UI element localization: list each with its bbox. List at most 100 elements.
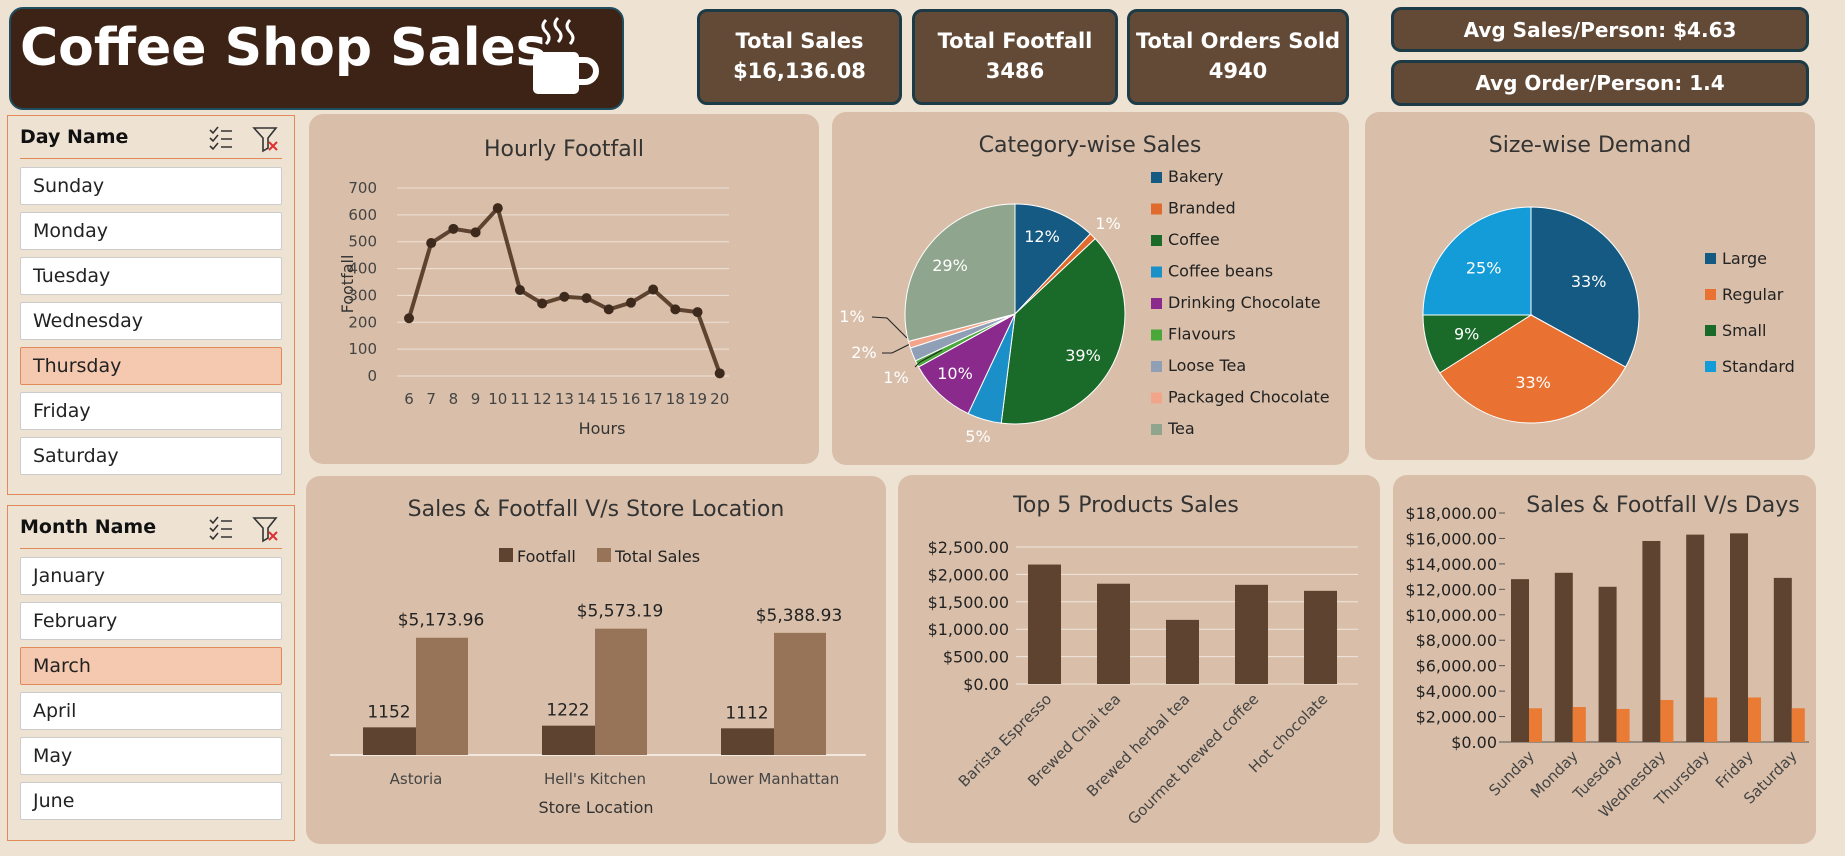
month-slicer-item-may[interactable]: May: [20, 737, 282, 775]
clear-filter-icon[interactable]: [251, 514, 281, 544]
avg-sales-card: Avg Sales/Person: $4.63: [1391, 7, 1809, 52]
chart-title: Sales & Footfall V/s Store Location: [408, 497, 785, 522]
legend-label: Footfall: [517, 547, 576, 566]
slice-label: 33%: [1515, 373, 1551, 392]
bar: [1235, 584, 1268, 684]
legend-label: Coffee: [1168, 230, 1220, 249]
days-chart: Sales & Footfall V/s Days $0.00 $2,000.00 $…: [1405, 493, 1809, 821]
y-tick-label: $6,000.00: [1416, 657, 1497, 676]
data-point: [426, 238, 437, 249]
data-point: [670, 304, 681, 315]
y-axis-label: Footfall: [338, 255, 357, 314]
chart-title: Top 5 Products Sales: [1012, 493, 1239, 518]
x-tick-label: 6: [404, 390, 414, 408]
slice-label: 9%: [1454, 325, 1479, 344]
y-tick-label: 600: [348, 206, 377, 224]
x-tick-label: 20: [710, 390, 729, 408]
y-tick-label: $1,500.00: [928, 593, 1009, 612]
legend-swatch: [1705, 361, 1716, 372]
bar-footfall: [542, 725, 595, 755]
month-slicer-title: Month Name: [20, 516, 157, 538]
day-slicer: Day Name Sunday Monday Tuesday Wednesday Thu…: [7, 115, 295, 495]
month-slicer-item-march[interactable]: March: [20, 647, 282, 685]
legend-label: Small: [1722, 321, 1766, 340]
month-slicer-item-february[interactable]: February: [20, 602, 282, 640]
x-axis-label: Store Location: [538, 798, 653, 817]
month-slicer-item-june[interactable]: June: [20, 782, 282, 820]
data-point: [559, 291, 570, 302]
y-tick-label: $2,000.00: [1416, 708, 1497, 727]
bar-series-2: [1748, 697, 1761, 742]
day-slicer-item-sunday[interactable]: Sunday: [20, 167, 282, 205]
month-slicer-item-january[interactable]: January: [20, 557, 282, 595]
slice-label: 33%: [1571, 272, 1607, 291]
bar-footfall: [721, 728, 774, 755]
data-label: 1222: [546, 701, 589, 721]
day-slicer-item-monday[interactable]: Monday: [20, 212, 282, 250]
day-slicer-item-saturday[interactable]: Saturday: [20, 437, 282, 475]
y-tick-label: $16,000.00: [1405, 529, 1497, 548]
data-point: [625, 297, 636, 308]
total-orders-card: Total Orders Sold 4940: [1127, 9, 1349, 105]
bar-footfall: [363, 727, 416, 755]
bar-series-1: [1598, 586, 1617, 742]
data-point: [492, 203, 503, 214]
days-panel: Sales & Footfall V/s Days $0.00 $2,000.00 $…: [1393, 475, 1816, 844]
y-tick-label: $2,500.00: [928, 538, 1009, 557]
footfall-label: Total Footfall: [937, 29, 1093, 53]
slice-label: 39%: [1065, 346, 1101, 365]
x-tick-label: 13: [555, 390, 574, 408]
legend-swatch: [1151, 361, 1162, 372]
data-point: [537, 298, 548, 309]
bar-series-2: [1529, 708, 1542, 742]
x-tick-label: 17: [644, 390, 663, 408]
bar-series-2: [1704, 697, 1718, 742]
top-products-panel: Top 5 Products Sales $0.00 $500.00 $1,000.0…: [898, 475, 1380, 843]
size-demand-chart: Size-wise Demand 33% 33% 9% 25% Large Regular S…: [1422, 133, 1795, 424]
clear-filter-icon[interactable]: [251, 124, 281, 154]
legend-swatch: [499, 548, 513, 562]
day-slicer-item-friday[interactable]: Friday: [20, 392, 282, 430]
bar-series-1: [1773, 577, 1792, 742]
day-slicer-item-wednesday[interactable]: Wednesday: [20, 302, 282, 340]
x-tick-label: 14: [577, 390, 596, 408]
y-tick-label: $14,000.00: [1405, 555, 1497, 574]
y-tick-label: 500: [348, 233, 377, 251]
month-slicer-item-april[interactable]: April: [20, 692, 282, 730]
bar-series-1: [1686, 534, 1705, 742]
y-tick-label: $12,000.00: [1405, 580, 1497, 599]
y-tick-label: 0: [367, 367, 377, 385]
bar-series-1: [1642, 540, 1661, 742]
legend-label: Flavours: [1168, 325, 1236, 344]
legend-swatch: [1151, 235, 1162, 246]
y-tick-label: $10,000.00: [1405, 606, 1497, 625]
category-sales-panel: Category-wise Sales 12% 1% 39% 5% 10% 1% 2% 1% 29…: [832, 112, 1349, 465]
legend-swatch: [1705, 325, 1716, 336]
bar-total-sales: [595, 628, 647, 755]
legend-label: Coffee beans: [1168, 262, 1273, 281]
day-slicer-item-tuesday[interactable]: Tuesday: [20, 257, 282, 295]
legend-swatch: [1151, 329, 1162, 341]
y-tick-label: 200: [348, 313, 377, 331]
x-tick-label: 9: [471, 390, 481, 408]
hourly-footfall-chart: Hourly Footfall01002003004005006007006 7 8…: [338, 137, 729, 438]
category-sales-chart: Category-wise Sales 12% 1% 39% 5% 10% 1% 2% 1% 29…: [839, 133, 1329, 446]
multi-select-icon[interactable]: [206, 124, 234, 152]
x-tick-label: 10: [488, 390, 507, 408]
bar-series-1: [1511, 579, 1529, 742]
bar-total-sales: [416, 637, 468, 755]
data-point: [404, 313, 414, 324]
legend-label: Regular: [1722, 285, 1784, 304]
y-tick-label: $0.00: [963, 675, 1009, 694]
y-tick-label: 100: [348, 340, 377, 358]
day-slicer-item-thursday[interactable]: Thursday: [20, 347, 282, 385]
x-tick-label: 12: [533, 390, 552, 408]
multi-select-icon[interactable]: [206, 514, 234, 542]
footfall-value: 3486: [985, 59, 1045, 83]
x-tick-label: Hell's Kitchen: [544, 770, 646, 788]
store-location-panel: Sales & Footfall V/s Store Location Footf…: [306, 476, 886, 844]
x-tick-label: 15: [599, 390, 618, 408]
legend-swatch: [1705, 289, 1716, 300]
slice-label: 5%: [965, 427, 990, 446]
hourly-footfall-panel: Hourly Footfall 0 100 200 300 400 500 600 700 6 7 8…: [309, 114, 819, 464]
